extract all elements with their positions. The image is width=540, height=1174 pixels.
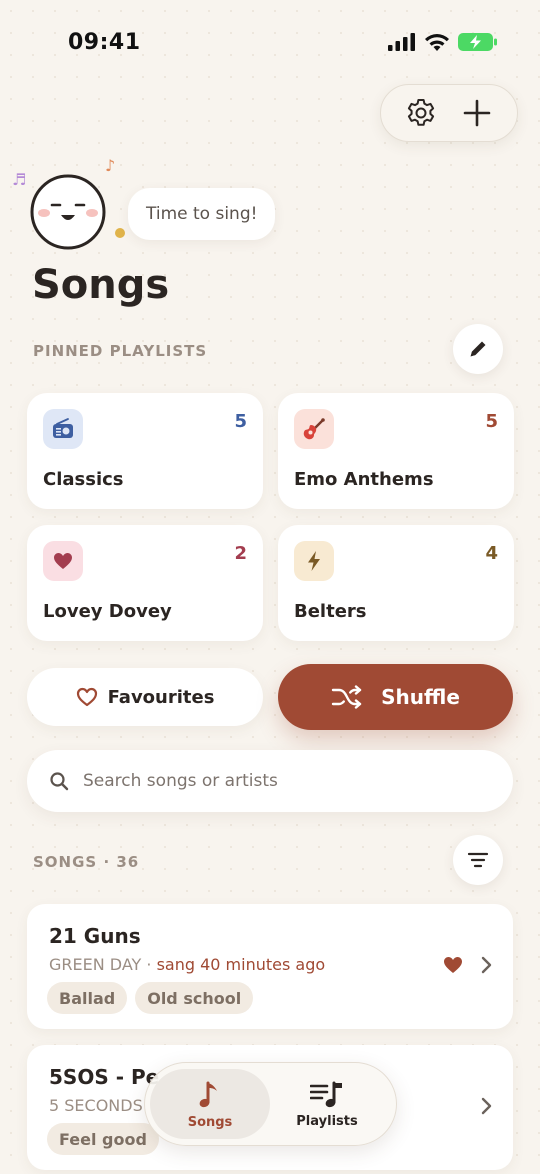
bolt-icon [308, 551, 320, 571]
gear-icon [407, 99, 435, 126]
song-tag: Old school [135, 982, 254, 1014]
tab-songs[interactable]: Songs [150, 1069, 270, 1139]
pencil-icon [470, 341, 486, 357]
tab-songs-label: Songs [187, 1114, 233, 1130]
sort-icon [467, 852, 489, 868]
song-tags: Ballad Old school [47, 982, 254, 1014]
song-artist: GREEN DAY [49, 955, 142, 974]
song-tag: Feel good [47, 1123, 159, 1155]
settings-button[interactable] [401, 93, 441, 133]
favourites-button[interactable]: Favourites [27, 668, 263, 726]
playlist-count: 2 [234, 543, 247, 564]
music-note-icon [199, 1081, 217, 1107]
song-artist: 5 SECONDS [49, 1096, 143, 1115]
status-time: 09:41 [68, 30, 141, 55]
shuffle-icon [331, 685, 362, 709]
search-input[interactable] [83, 771, 483, 791]
greeting-text: Time to sing! [146, 204, 258, 224]
edit-pinned-button[interactable] [453, 324, 503, 374]
tab-playlists[interactable]: Playlists [267, 1069, 387, 1139]
speech-bubble: Time to sing! [128, 188, 276, 240]
favourites-label: Favourites [107, 686, 215, 708]
meta-separator: · [141, 955, 157, 974]
speech-dot [115, 228, 125, 238]
shuffle-button[interactable]: Shuffle [278, 664, 513, 730]
heart-icon [54, 553, 72, 569]
add-button[interactable] [457, 93, 497, 133]
playlist-icon-bg [294, 409, 334, 449]
playlist-card-emo-anthems[interactable]: 5 Emo Anthems [278, 393, 514, 509]
shuffle-label: Shuffle [381, 685, 460, 709]
playlist-name: Emo Anthems [294, 469, 434, 490]
song-meta: 5 SECONDS [49, 1096, 143, 1115]
favourite-heart-icon[interactable] [443, 956, 463, 974]
signal-icon [388, 33, 415, 51]
sort-button[interactable] [453, 835, 503, 885]
wifi-icon [425, 33, 449, 51]
battery-icon [458, 33, 497, 51]
playlist-card-belters[interactable]: 4 Belters [278, 525, 514, 641]
song-title: 5SOS - Pe [49, 1065, 160, 1089]
music-note-icon: ♪ [105, 156, 116, 175]
top-actions [380, 84, 518, 142]
playlist-card-lovey-dovey[interactable]: 2 Lovey Dovey [27, 525, 263, 641]
playlist-count: 5 [234, 411, 247, 432]
song-title: 21 Guns [49, 924, 141, 948]
playlist-icon-bg [43, 541, 83, 581]
playlist-card-classics[interactable]: 5 Classics [27, 393, 263, 509]
song-tags: Feel good [47, 1123, 159, 1155]
playlist-count: 4 [485, 543, 498, 564]
pinned-playlists-label: PINNED PLAYLISTS [33, 342, 208, 360]
playlist-name: Classics [43, 469, 124, 490]
mascot-face [30, 174, 106, 250]
status-icons [388, 32, 498, 52]
page-title: Songs [32, 262, 170, 308]
heart-outline-icon [76, 687, 97, 707]
playlist-icon [310, 1081, 342, 1107]
playlist-icon-bg [294, 541, 334, 581]
playlist-name: Belters [294, 601, 367, 622]
radio-icon [53, 418, 73, 438]
song-last-sung: sang 40 minutes ago [156, 955, 326, 974]
guitar-icon [303, 418, 325, 440]
plus-icon [463, 99, 491, 127]
tab-playlists-label: Playlists [296, 1113, 358, 1129]
song-meta: GREEN DAY · sang 40 minutes ago [49, 955, 325, 974]
song-tag: Ballad [47, 982, 128, 1014]
chevron-right-icon [481, 1097, 492, 1115]
song-row[interactable]: 21 Guns GREEN DAY · sang 40 minutes ago … [27, 904, 513, 1029]
music-note-icon: ♬ [12, 170, 27, 189]
playlist-icon-bg [43, 409, 83, 449]
bottom-nav: Songs Playlists [144, 1062, 397, 1146]
chevron-right-icon [481, 956, 492, 974]
search-icon [50, 772, 69, 791]
playlist-count: 5 [485, 411, 498, 432]
playlist-name: Lovey Dovey [43, 601, 172, 622]
search-bar [27, 750, 513, 812]
songs-count-label: SONGS · 36 [33, 853, 140, 871]
